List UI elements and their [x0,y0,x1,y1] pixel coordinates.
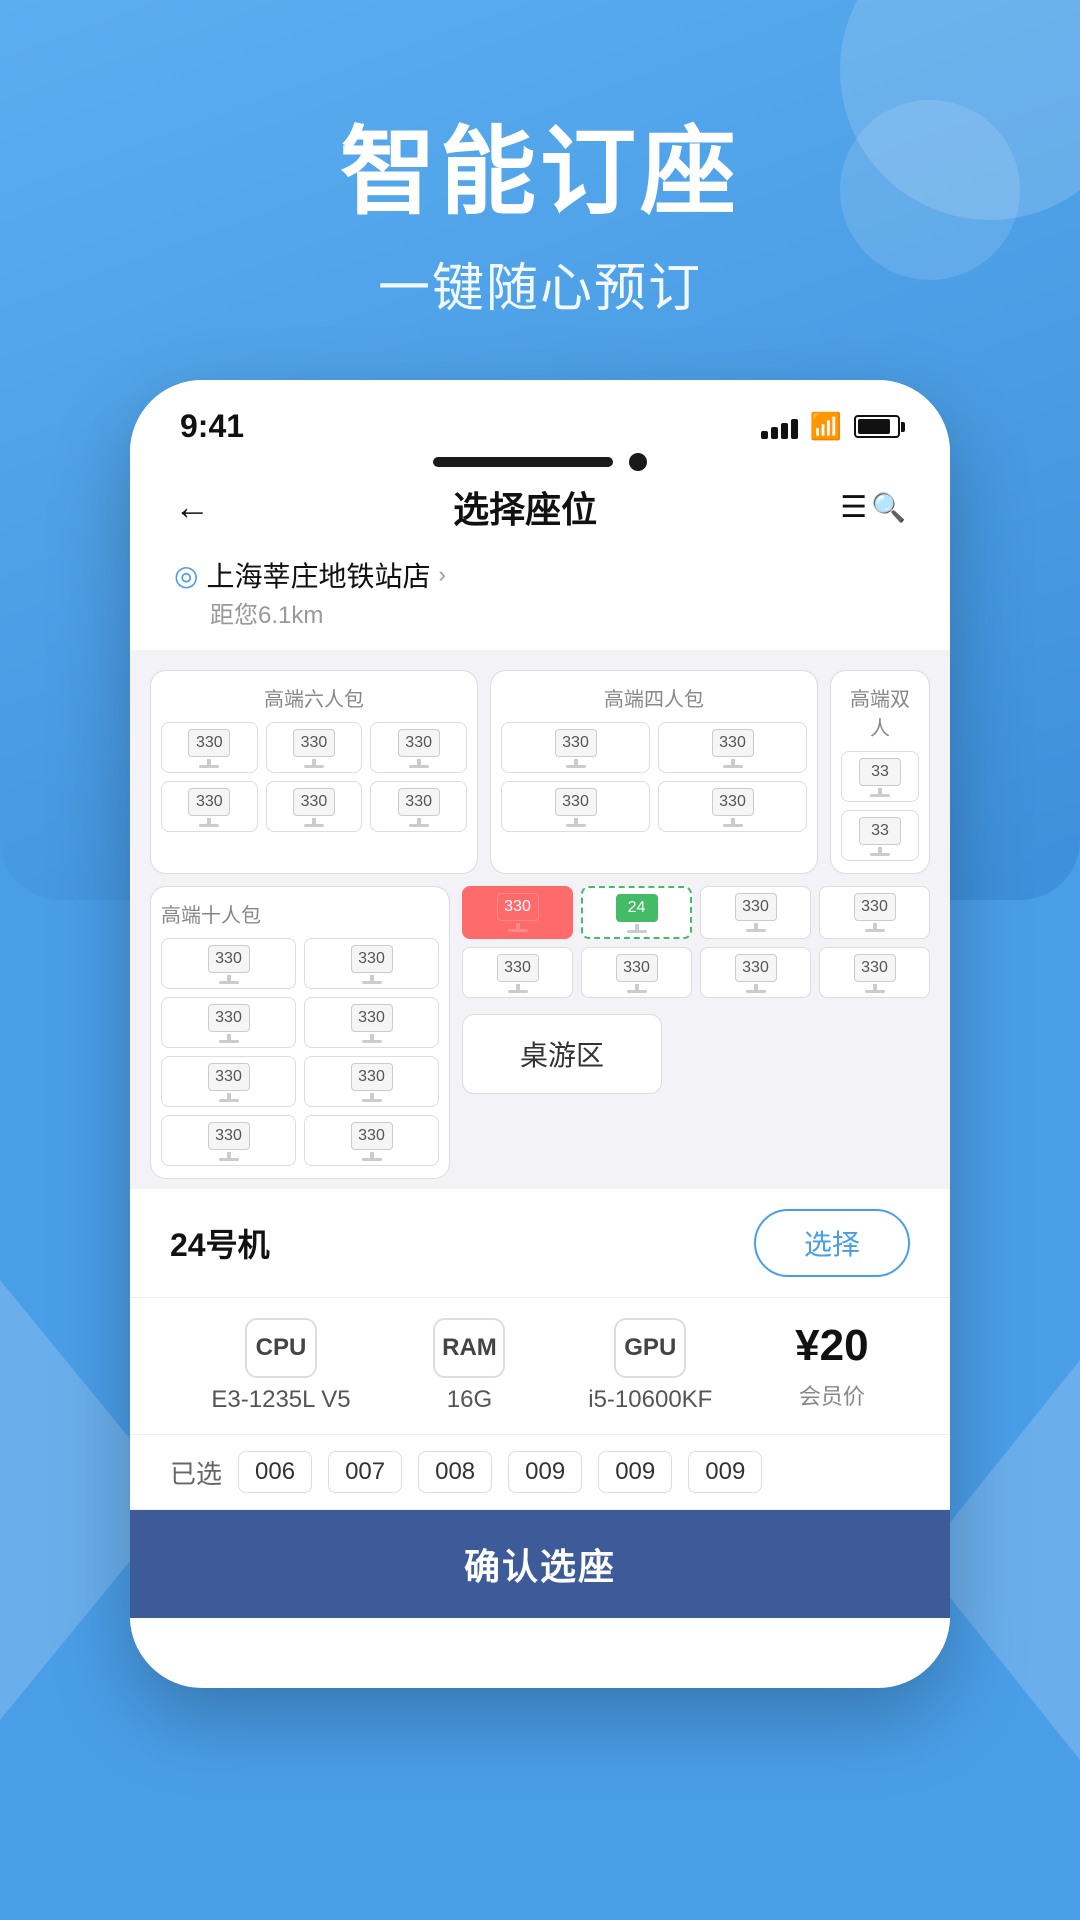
seat-item[interactable]: 330 [819,886,930,939]
price-amount: ¥20 [795,1321,868,1371]
hero-section: 智能订座 一键随心预订 [0,0,1080,321]
specs-row: CPU E3-1235L V5 RAM 16G GPU i5-10600KF [130,1298,950,1435]
board-game-area: 桌游区 [462,1014,662,1094]
four-seats-grid: 330 330 330 330 [501,722,807,832]
rooms-top-row: 高端六人包 330 330 330 330 330 330 高端四人包 330 [150,670,930,874]
phone-frame: 9:41 📶 ← 选择座位 [130,380,950,1688]
location-distance: 距您6.1km [174,595,906,630]
nav-right-icons: ☰ 🔍 [840,490,906,525]
selected-seats-row: 已选 006 007 008 009 009 009 [130,1435,950,1510]
bottom-safe-area [130,1618,950,1648]
signal-icon [761,415,798,439]
room-four-label: 高端四人包 [501,683,807,712]
seat-item[interactable]: 330 [370,781,467,832]
status-bar: 9:41 📶 [130,380,950,453]
cpu-icon: CPU [245,1318,317,1378]
seat-item[interactable]: 330 [266,781,363,832]
seat-item[interactable]: 330 [304,1115,439,1166]
seat-item[interactable]: 330 [161,1056,296,1107]
seat-item[interactable]: 330 [581,947,692,998]
gpu-icon: GPU [614,1318,686,1378]
room-double-label: 高端双人 [841,683,919,741]
seat-item[interactable]: 330 [266,722,363,773]
hero-subtitle: 一键随心预订 [0,246,1080,321]
seat-item-occupied[interactable]: 330 [462,886,573,939]
location-arrow-icon: › [438,562,445,588]
seat-item[interactable]: 330 [304,1056,439,1107]
gpu-value: i5-10600KF [588,1386,712,1414]
seat-item[interactable]: 330 [658,722,807,773]
seat-item[interactable]: 330 [304,938,439,989]
notch [130,453,950,471]
selected-seat-tag: 006 [238,1451,312,1493]
spec-gpu: GPU i5-10600KF [588,1318,712,1414]
ram-icon: RAM [433,1318,505,1378]
large-room-section: 高端十人包 330 330 330 330 330 330 330 330 [150,886,930,1179]
search-icon[interactable]: 🔍 [871,491,906,524]
ram-value: 16G [447,1386,492,1414]
room-six-label: 高端六人包 [161,683,467,712]
bottom-panel: 24号机 选择 CPU E3-1235L V5 RAM 16G [130,1189,950,1648]
confirm-button[interactable]: 确认选座 [130,1510,950,1618]
selected-seat-tag: 008 [418,1451,492,1493]
cpu-value: E3-1235L V5 [211,1386,350,1414]
navigation-bar: ← 选择座位 ☰ 🔍 [130,471,950,547]
six-seats-grid: 330 330 330 330 330 330 [161,722,467,832]
price-label: 会员价 [799,1379,865,1411]
seat-item[interactable]: 330 [161,722,258,773]
seat-item[interactable]: 330 [304,997,439,1048]
seat-item[interactable]: 330 [658,781,807,832]
price-value: 20 [820,1321,869,1370]
machine-number: 24号机 [170,1220,270,1266]
seat-item[interactable]: 33 [841,810,919,861]
seat-item[interactable]: 330 [161,1115,296,1166]
open-seats-section: 330 24 330 330 330 330 330 330 桌游区 [462,886,930,1179]
seat-item-selected[interactable]: 24 [581,886,692,939]
selected-seat-tag: 009 [598,1451,672,1493]
battery-icon [854,415,900,438]
room-four-person: 高端四人包 330 330 330 330 [490,670,818,874]
seat-item[interactable]: 330 [700,947,811,998]
machine-info-row: 24号机 选择 [130,1189,950,1298]
seat-item[interactable]: 330 [161,781,258,832]
seat-item[interactable]: 330 [462,947,573,998]
price-col: ¥20 会员价 [795,1321,868,1411]
room-ten-label: 高端十人包 [161,899,439,928]
seat-item[interactable]: 330 [161,938,296,989]
selected-seat-tag: 007 [328,1451,402,1493]
selected-seat-tag: 009 [688,1451,762,1493]
seat-item[interactable]: 330 [501,722,650,773]
wifi-icon: 📶 [810,411,842,442]
back-button[interactable]: ← [174,486,210,528]
seat-item[interactable]: 330 [819,947,930,998]
seats-row-2: 330 330 330 330 [462,947,930,998]
location-name: 上海莘庄地铁站店 [206,555,430,595]
select-button[interactable]: 选择 [754,1209,910,1277]
room-ten-person: 高端十人包 330 330 330 330 330 330 330 330 [150,886,450,1179]
filter-icon[interactable]: ☰ [840,490,867,525]
seat-item[interactable]: 33 [841,751,919,802]
seats-row-1: 330 24 330 330 [462,886,930,939]
status-icons: 📶 [761,411,900,442]
page-title: 选择座位 [453,481,597,533]
phone-mockup: 9:41 📶 ← 选择座位 [130,380,950,1688]
price-symbol: ¥ [795,1321,819,1370]
status-time: 9:41 [180,408,244,445]
selected-seat-tag: 009 [508,1451,582,1493]
location-pin-icon: ◎ [174,559,198,592]
seat-item[interactable]: 330 [501,781,650,832]
ten-seats-grid: 330 330 330 330 330 330 330 330 [161,938,439,1166]
selected-label: 已选 [170,1454,222,1491]
seat-item[interactable]: 330 [370,722,467,773]
spec-cpu: CPU E3-1235L V5 [211,1318,350,1414]
room-six-person: 高端六人包 330 330 330 330 330 330 [150,670,478,874]
seat-item[interactable]: 330 [700,886,811,939]
room-double: 高端双人 33 33 [830,670,930,874]
hero-title: 智能订座 [0,120,1080,226]
location-bar[interactable]: ◎ 上海莘庄地铁站店 › 距您6.1km [130,547,950,634]
seat-item[interactable]: 330 [161,997,296,1048]
seat-map: 高端六人包 330 330 330 330 330 330 高端四人包 330 [130,650,950,1189]
bottom-row: 桌游区 [462,1006,930,1094]
spec-ram: RAM 16G [433,1318,505,1414]
